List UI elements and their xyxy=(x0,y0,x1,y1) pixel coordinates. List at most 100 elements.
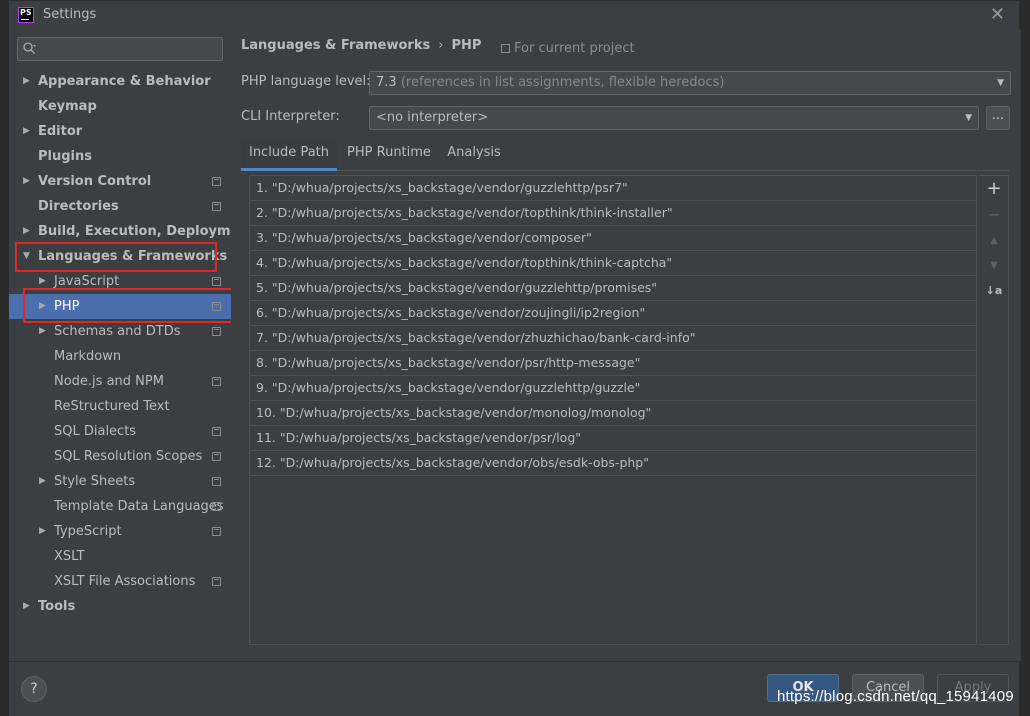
sidebar-item-sql-dialects[interactable]: SQL Dialects xyxy=(9,419,231,444)
sidebar-item-node-js-and-npm[interactable]: Node.js and NPM xyxy=(9,369,231,394)
chevron-right-icon[interactable]: ▶ xyxy=(39,269,46,294)
sidebar-item-label: Version Control xyxy=(38,174,152,189)
sidebar-item-label: JavaScript xyxy=(54,274,120,289)
project-scope-icon xyxy=(212,477,221,486)
cli-interpreter-label: CLI Interpreter: xyxy=(241,109,340,124)
sidebar-item-tools[interactable]: ▶ Tools xyxy=(9,594,231,619)
sidebar-item-plugins[interactable]: Plugins xyxy=(9,144,231,169)
php-tabs: Include Path PHP Runtime Analysis xyxy=(241,139,1009,171)
list-item[interactable]: 8. "D:/whua/projects/xs_backstage/vendor… xyxy=(250,351,976,376)
search-input[interactable] xyxy=(40,40,220,58)
sidebar-item-label: XSLT xyxy=(54,549,85,564)
sidebar-item-label: Markdown xyxy=(54,349,122,364)
logo-text: PS xyxy=(20,8,32,17)
chevron-down-icon[interactable]: ▼ xyxy=(23,244,30,269)
list-item[interactable]: 4. "D:/whua/projects/xs_backstage/vendor… xyxy=(250,251,976,276)
chevron-right-icon[interactable]: ▶ xyxy=(23,69,30,94)
cli-interpreter-select[interactable]: <no interpreter> ▼ xyxy=(369,106,979,130)
tab-analysis[interactable]: Analysis xyxy=(441,139,507,171)
settings-content: Languages & Frameworks › PHP For current p… xyxy=(231,29,1021,661)
sort-icon[interactable]: ↓a xyxy=(985,282,1003,300)
sidebar-item-build-execution-deployment[interactable]: ▶ Build, Execution, Deployment xyxy=(9,219,255,244)
language-level-value: 7.3 xyxy=(376,75,397,90)
sidebar-item-label: SQL Dialects xyxy=(54,424,137,439)
sidebar-item-markdown[interactable]: Markdown xyxy=(9,344,231,369)
remove-icon[interactable]: − xyxy=(985,206,1003,224)
list-item[interactable]: 1. "D:/whua/projects/xs_backstage/vendor… xyxy=(250,176,976,201)
move-up-icon[interactable]: ▲ xyxy=(985,232,1003,250)
phpstorm-logo-icon: PS xyxy=(18,7,34,23)
close-icon[interactable]: ✕ xyxy=(990,4,1005,25)
sidebar-item-appearance-behavior[interactable]: ▶ Appearance & Behavior xyxy=(9,69,231,94)
list-item[interactable]: 11. "D:/whua/projects/xs_backstage/vendo… xyxy=(250,426,976,451)
move-down-icon[interactable]: ▼ xyxy=(985,257,1003,275)
sidebar-item-schemas-and-dtds[interactable]: ▶ Schemas and DTDs xyxy=(9,319,231,344)
browse-interpreter-button[interactable]: ... xyxy=(986,106,1010,130)
window-title: Settings xyxy=(43,7,97,22)
breadcrumb-separator: › xyxy=(438,38,444,53)
project-scope-icon xyxy=(212,427,221,436)
list-item[interactable]: 9. "D:/whua/projects/xs_backstage/vendor… xyxy=(250,376,976,401)
help-button[interactable]: ? xyxy=(21,676,47,702)
breadcrumb: Languages & Frameworks › PHP xyxy=(241,38,481,53)
settings-sidebar: ▶ Appearance & Behavior Keymap ▶ Editor Plugi… xyxy=(9,29,255,661)
list-item[interactable]: 12. "D:/whua/projects/xs_backstage/vendo… xyxy=(250,451,976,476)
sidebar-item-template-data-languages[interactable]: Template Data Languages xyxy=(9,494,231,519)
language-level-select[interactable]: 7.3 (references in list assignments, fle… xyxy=(369,71,1011,95)
sidebar-item-xslt[interactable]: XSLT xyxy=(9,544,231,569)
sidebar-item-label: Tools xyxy=(38,599,76,614)
project-scope-icon xyxy=(212,377,221,386)
list-item[interactable]: 3. "D:/whua/projects/xs_backstage/vendor… xyxy=(250,226,976,251)
sidebar-item-sql-resolution-scopes[interactable]: SQL Resolution Scopes xyxy=(9,444,231,469)
chevron-right-icon[interactable]: ▶ xyxy=(39,319,46,344)
sidebar-item-label: Build, Execution, Deployment xyxy=(38,224,255,239)
sidebar-item-style-sheets[interactable]: ▶ Style Sheets xyxy=(9,469,231,494)
sidebar-item-label: Editor xyxy=(38,124,83,139)
chevron-right-icon[interactable]: ▶ xyxy=(23,594,30,619)
list-item[interactable]: 7. "D:/whua/projects/xs_backstage/vendor… xyxy=(250,326,976,351)
sidebar-item-version-control[interactable]: ▶ Version Control xyxy=(9,169,231,194)
sidebar-item-php[interactable]: ▶ PHP xyxy=(9,294,231,319)
sidebar-item-restructured-text[interactable]: ReStructured Text xyxy=(9,394,231,419)
sidebar-item-languages-frameworks[interactable]: ▼ Languages & Frameworks xyxy=(9,244,231,269)
project-scope-icon xyxy=(212,177,221,186)
tab-include-path[interactable]: Include Path xyxy=(241,139,337,171)
list-item[interactable]: 5. "D:/whua/projects/xs_backstage/vendor… xyxy=(250,276,976,301)
breadcrumb-current: PHP xyxy=(451,38,482,53)
chevron-right-icon[interactable]: ▶ xyxy=(23,119,30,144)
sidebar-item-editor[interactable]: ▶ Editor xyxy=(9,119,231,144)
sidebar-item-label: Schemas and DTDs xyxy=(54,324,181,339)
sidebar-item-label: Keymap xyxy=(38,99,97,114)
chevron-right-icon[interactable]: ▶ xyxy=(39,469,46,494)
project-scope-icon xyxy=(212,502,221,511)
project-scope-icon xyxy=(212,302,221,311)
breadcrumb-parent: Languages & Frameworks xyxy=(241,38,431,53)
sidebar-item-label: XSLT File Associations xyxy=(54,574,196,589)
sidebar-item-label: TypeScript xyxy=(54,524,122,539)
sidebar-item-keymap[interactable]: Keymap xyxy=(9,94,231,119)
sidebar-item-javascript[interactable]: ▶ JavaScript xyxy=(9,269,231,294)
sidebar-item-directories[interactable]: Directories xyxy=(9,194,231,219)
sidebar-item-label: ReStructured Text xyxy=(54,399,170,414)
tab-php-runtime[interactable]: PHP Runtime xyxy=(347,139,431,171)
cli-interpreter-value: <no interpreter> xyxy=(376,110,489,125)
project-scope-icon xyxy=(212,277,221,286)
sidebar-item-typescript[interactable]: ▶ TypeScript xyxy=(9,519,231,544)
sidebar-item-xslt-file-associations[interactable]: XSLT File Associations xyxy=(9,569,231,594)
search-box[interactable] xyxy=(17,37,223,61)
list-item[interactable]: 10. "D:/whua/projects/xs_backstage/vendo… xyxy=(250,401,976,426)
language-level-label: PHP language level: xyxy=(241,74,371,89)
project-scope-icon xyxy=(212,452,221,461)
settings-tree: ▶ Appearance & Behavior Keymap ▶ Editor Plugi… xyxy=(9,69,255,619)
list-item[interactable]: 6. "D:/whua/projects/xs_backstage/vendor… xyxy=(250,301,976,326)
chevron-right-icon[interactable]: ▶ xyxy=(23,219,30,244)
search-icon xyxy=(23,42,36,54)
project-scope-icon xyxy=(212,527,221,536)
add-icon[interactable]: + xyxy=(985,180,1003,198)
chevron-right-icon[interactable]: ▶ xyxy=(23,169,30,194)
list-item[interactable]: 2. "D:/whua/projects/xs_backstage/vendor… xyxy=(250,201,976,226)
chevron-right-icon[interactable]: ▶ xyxy=(39,294,46,319)
sidebar-item-label: SQL Resolution Scopes xyxy=(54,449,203,464)
sidebar-item-label: Style Sheets xyxy=(54,474,136,489)
chevron-right-icon[interactable]: ▶ xyxy=(39,519,46,544)
